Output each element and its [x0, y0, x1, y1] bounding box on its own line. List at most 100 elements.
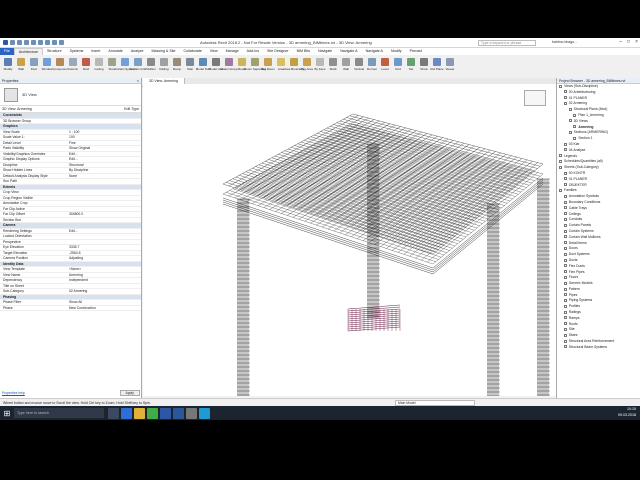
- property-value[interactable]: 304800.0: [67, 212, 141, 217]
- expand-toggle-icon[interactable]: [563, 200, 567, 204]
- expand-toggle-icon[interactable]: [568, 119, 572, 123]
- property-value[interactable]: -2554.8: [67, 251, 141, 256]
- ribbon-button[interactable]: Vertical: [353, 56, 365, 77]
- expand-toggle-icon[interactable]: [568, 107, 572, 111]
- expand-toggle-icon[interactable]: [563, 310, 567, 314]
- ribbon-tab[interactable]: Manage: [222, 48, 243, 55]
- word-icon[interactable]: [173, 407, 184, 419]
- property-value[interactable]: 1 : 100: [67, 130, 141, 135]
- ribbon-tab[interactable]: Insert: [87, 48, 104, 55]
- ribbon-button[interactable]: Mullion: [145, 56, 157, 77]
- ribbon-button[interactable]: Door: [28, 56, 40, 77]
- ribbon-button[interactable]: Tag Room: [261, 56, 275, 77]
- ribbon-button[interactable]: Viewer: [444, 56, 456, 77]
- ribbon-button[interactable]: Ref Plane: [430, 56, 444, 77]
- ribbon-tab[interactable]: BIM Bits: [293, 48, 314, 55]
- property-value[interactable]: Show All: [67, 300, 141, 305]
- ribbon-button[interactable]: Column: [67, 56, 79, 77]
- type-selector[interactable]: 3D View: [0, 84, 141, 106]
- ribbon-button[interactable]: Area Boundary: [284, 56, 304, 77]
- expand-toggle-icon[interactable]: [563, 90, 567, 94]
- property-value[interactable]: [67, 113, 141, 118]
- ribbon-tab[interactable]: Precast: [406, 48, 426, 55]
- property-value[interactable]: Fine: [67, 141, 141, 146]
- ribbon-tab[interactable]: Annotate: [104, 48, 126, 55]
- property-value[interactable]: Structural: [67, 163, 141, 168]
- ribbon-button[interactable]: Room Separator: [244, 56, 266, 77]
- expand-toggle-icon[interactable]: [559, 154, 562, 158]
- expand-toggle-icon[interactable]: [573, 113, 577, 117]
- file-explorer-icon[interactable]: [134, 407, 145, 419]
- expand-toggle-icon[interactable]: [563, 264, 567, 268]
- expand-toggle-icon[interactable]: [573, 136, 577, 140]
- expand-toggle-icon[interactable]: [563, 229, 567, 233]
- ribbon-button[interactable]: Tag Area: [301, 56, 313, 77]
- chrome-icon[interactable]: [147, 407, 158, 419]
- property-value[interactable]: [67, 119, 141, 124]
- expand-toggle-icon[interactable]: [563, 194, 567, 198]
- property-value[interactable]: [67, 223, 141, 228]
- property-value[interactable]: [67, 262, 141, 267]
- ribbon-button[interactable]: Wall: [15, 56, 27, 77]
- expand-toggle-icon[interactable]: [563, 328, 567, 332]
- ribbon-button[interactable]: Level: [379, 56, 391, 77]
- expand-toggle-icon[interactable]: [563, 206, 567, 210]
- tag-icon[interactable]: [52, 40, 57, 45]
- expand-toggle-icon[interactable]: [563, 212, 567, 216]
- expand-toggle-icon[interactable]: [563, 171, 567, 175]
- expand-toggle-icon[interactable]: [563, 293, 567, 297]
- ribbon-tab[interactable]: Navigate: [314, 48, 336, 55]
- taskbar-search[interactable]: Type here to search: [14, 408, 104, 418]
- expand-toggle-icon[interactable]: [563, 102, 567, 105]
- expand-toggle-icon[interactable]: [563, 258, 567, 262]
- property-value[interactable]: [67, 240, 141, 245]
- ribbon-tab[interactable]: Systems: [66, 48, 88, 55]
- ribbon-button[interactable]: Set: [405, 56, 417, 77]
- property-value[interactable]: [67, 218, 141, 223]
- user-account[interactable]: bahlmo.bhago...: [552, 40, 577, 44]
- expand-toggle-icon[interactable]: [559, 84, 562, 88]
- ribbon-button[interactable]: Ramp: [171, 56, 183, 77]
- ribbon-tab[interactable]: Site Designer: [263, 48, 293, 55]
- ribbon-button[interactable]: Dormer: [366, 56, 378, 77]
- property-value[interactable]: 100: [67, 135, 141, 140]
- expand-toggle-icon[interactable]: [563, 177, 567, 181]
- ribbon-tab[interactable]: Modify: [387, 48, 406, 55]
- apply-button[interactable]: Apply: [119, 389, 140, 396]
- windows-start-icon[interactable]: ⊞: [0, 406, 14, 420]
- open-icon[interactable]: [10, 40, 15, 45]
- app-icon[interactable]: [186, 407, 197, 419]
- ribbon-button[interactable]: Modify: [2, 56, 14, 77]
- expand-toggle-icon[interactable]: [563, 339, 567, 343]
- ribbon-tab[interactable]: Navigate A: [336, 48, 361, 55]
- viewcube[interactable]: [524, 90, 546, 106]
- ribbon-tab[interactable]: Add-Ins: [243, 48, 263, 55]
- expand-toggle-icon[interactable]: [563, 235, 567, 239]
- property-value[interactable]: Show Original: [67, 146, 141, 151]
- ribbon-button[interactable]: Roof: [80, 56, 92, 77]
- expand-toggle-icon[interactable]: [559, 165, 562, 169]
- property-value[interactable]: [67, 196, 141, 201]
- expand-toggle-icon[interactable]: [563, 96, 567, 100]
- ribbon-button[interactable]: By Face: [314, 56, 326, 77]
- property-value[interactable]: New Construction: [67, 306, 141, 311]
- ribbon-button[interactable]: Curtain Grid: [130, 56, 146, 77]
- 3d-viewport[interactable]: [143, 84, 556, 396]
- ribbon-tab[interactable]: Analyze: [127, 48, 148, 55]
- expand-toggle-icon[interactable]: [563, 322, 567, 326]
- expand-toggle-icon[interactable]: [563, 270, 567, 274]
- properties-help-link[interactable]: Properties help: [2, 391, 25, 395]
- app-icon[interactable]: [199, 407, 210, 419]
- revit-taskbar-icon[interactable]: [160, 407, 171, 419]
- search-input[interactable]: Type a keyword or phrase: [478, 40, 536, 46]
- property-value[interactable]: [67, 201, 141, 206]
- expand-toggle-icon[interactable]: [563, 299, 567, 303]
- expand-toggle-icon[interactable]: [563, 217, 567, 221]
- expand-toggle-icon[interactable]: [563, 142, 567, 146]
- expand-toggle-icon[interactable]: [563, 333, 567, 337]
- expand-toggle-icon[interactable]: [563, 304, 567, 308]
- task-view-icon[interactable]: [108, 407, 119, 419]
- taskbar-clock[interactable]: 10:15 09.03.2018: [618, 407, 636, 418]
- instance-selector[interactable]: 3D View: Armering Edit Type: [0, 106, 141, 113]
- undo-icon[interactable]: [24, 40, 29, 45]
